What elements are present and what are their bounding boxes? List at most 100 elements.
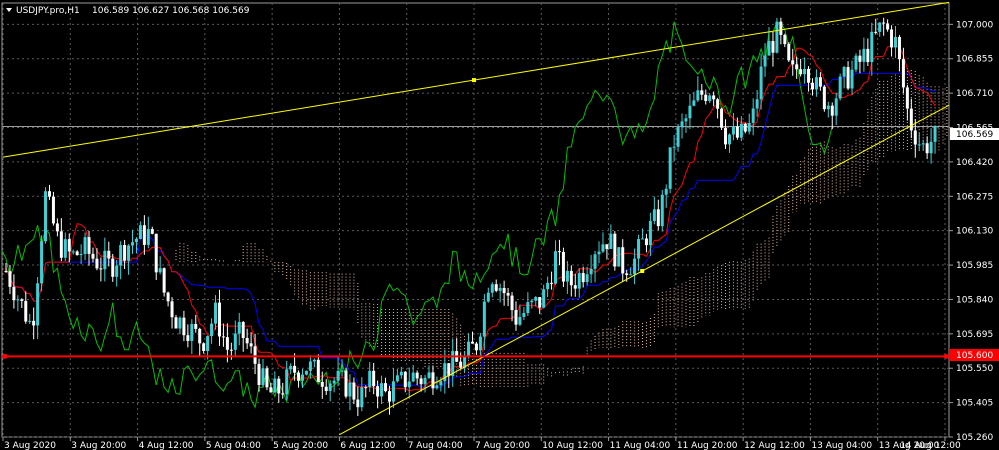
candle-body bbox=[696, 90, 700, 101]
candle-body bbox=[684, 118, 688, 122]
candle-body bbox=[917, 144, 921, 146]
candle-body bbox=[913, 130, 917, 145]
candle-body bbox=[431, 372, 435, 389]
candle-body bbox=[221, 336, 225, 338]
candle-body bbox=[439, 381, 443, 386]
x-tick-label: 11 Aug 04:00 bbox=[610, 441, 671, 450]
candle-body bbox=[850, 69, 854, 89]
candle-body bbox=[826, 105, 830, 110]
candle-body bbox=[336, 370, 340, 381]
candle-body bbox=[838, 76, 842, 99]
x-tick-label: 11 Aug 20:00 bbox=[677, 441, 738, 450]
candle-body bbox=[680, 121, 684, 127]
candle-body bbox=[320, 381, 324, 387]
candle-body bbox=[581, 273, 585, 283]
y-tick-label: 105.550 bbox=[956, 364, 993, 374]
chikou-path bbox=[1, 21, 833, 409]
candle-body bbox=[253, 346, 257, 364]
candle-body bbox=[186, 335, 190, 341]
candle-body bbox=[32, 320, 36, 326]
candle-body bbox=[743, 123, 747, 132]
candle-body bbox=[277, 378, 281, 394]
candle-body bbox=[510, 295, 514, 311]
candle-body bbox=[131, 242, 135, 246]
candle-body bbox=[170, 301, 174, 318]
candle-body bbox=[427, 372, 431, 378]
candle-body bbox=[538, 297, 542, 308]
candle-body bbox=[755, 99, 759, 109]
candle-body bbox=[692, 100, 696, 106]
candle-body bbox=[459, 361, 463, 368]
candle-body bbox=[210, 323, 214, 337]
dropdown-triangle-icon[interactable] bbox=[6, 8, 12, 12]
candle-body bbox=[111, 258, 115, 277]
candle-body bbox=[380, 383, 384, 397]
candle-body bbox=[36, 283, 40, 326]
chart-window[interactable]: 107.000106.855106.710106.565106.420106.2… bbox=[0, 0, 999, 450]
candle-body bbox=[411, 372, 415, 382]
candle-body bbox=[384, 383, 388, 392]
candle-body bbox=[103, 250, 107, 270]
candle-body bbox=[629, 274, 633, 276]
candle-body bbox=[158, 268, 162, 273]
candle-body bbox=[759, 66, 763, 100]
candle-body bbox=[241, 322, 245, 338]
candle-body bbox=[716, 99, 720, 109]
candle-body bbox=[648, 221, 652, 246]
candle-body bbox=[569, 270, 573, 286]
candle-body bbox=[265, 368, 269, 388]
candle-body bbox=[656, 209, 660, 227]
candle-body bbox=[166, 292, 170, 302]
candle-body bbox=[447, 363, 451, 377]
x-tick-label: 3 Aug 2020 bbox=[4, 441, 56, 450]
y-tick-label: 105.985 bbox=[956, 261, 993, 271]
x-tick-label: 3 Aug 20:00 bbox=[71, 441, 126, 450]
candle-body bbox=[597, 251, 601, 255]
candle-body bbox=[134, 238, 138, 243]
candle-body bbox=[217, 302, 221, 337]
candle-body bbox=[878, 22, 882, 32]
candle-body bbox=[237, 322, 241, 334]
candle-body bbox=[20, 299, 24, 301]
candle-body bbox=[874, 31, 878, 33]
candle-body bbox=[316, 359, 320, 382]
candle-body bbox=[735, 126, 739, 138]
y-tick-label: 107.000 bbox=[956, 20, 993, 30]
candle-body bbox=[12, 286, 16, 301]
candle-body bbox=[55, 223, 59, 232]
candle-body bbox=[644, 238, 648, 246]
trendlines[interactable] bbox=[2, 1, 950, 436]
candle-body bbox=[4, 270, 8, 272]
candle-body bbox=[44, 191, 48, 242]
candle-body bbox=[233, 333, 237, 350]
y-tick-label: 105.405 bbox=[956, 399, 993, 409]
candle-body bbox=[897, 36, 901, 60]
candle-body bbox=[609, 233, 613, 249]
candle-body bbox=[328, 383, 332, 391]
y-tick-label: 105.260 bbox=[956, 433, 993, 443]
candle-body bbox=[585, 274, 589, 283]
candle-body bbox=[633, 258, 637, 275]
candle-body bbox=[498, 288, 502, 291]
x-tick-label: 5 Aug 04:00 bbox=[206, 441, 261, 450]
candle-body bbox=[834, 98, 838, 116]
symbol-title: USDJPY.pro,H1 bbox=[16, 6, 80, 16]
candle-body bbox=[700, 90, 704, 95]
candle-body bbox=[198, 328, 202, 344]
price-chart[interactable]: 107.000106.855106.710106.565106.420106.2… bbox=[0, 0, 999, 450]
candle-body bbox=[767, 41, 771, 56]
candle-body bbox=[534, 297, 538, 301]
candle-body bbox=[890, 29, 894, 48]
candle-body bbox=[376, 386, 380, 397]
tenkan-path bbox=[5, 46, 936, 392]
candle-body bbox=[67, 239, 71, 252]
candle-body bbox=[269, 387, 273, 393]
candle-body bbox=[368, 370, 372, 388]
y-tick-label: 106.710 bbox=[956, 89, 993, 99]
candle-body bbox=[146, 229, 150, 245]
x-tick-label: 7 Aug 04:00 bbox=[408, 441, 463, 450]
candle-body bbox=[407, 381, 411, 388]
horizontal-line[interactable] bbox=[2, 353, 949, 359]
trendline-anchor-point bbox=[472, 78, 476, 83]
candle-body bbox=[901, 59, 905, 88]
